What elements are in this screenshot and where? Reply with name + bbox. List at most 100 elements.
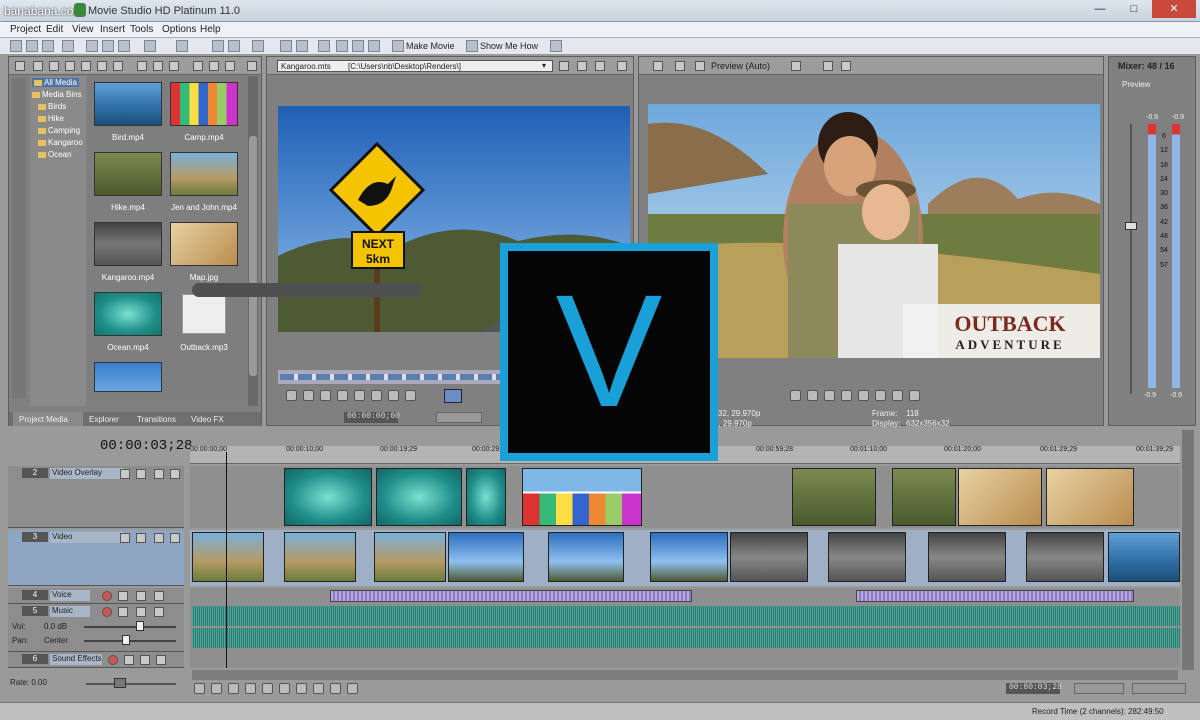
help-pointer-icon[interactable]: [550, 40, 562, 52]
loop-icon[interactable]: [807, 390, 818, 401]
show-me-how-icon[interactable]: [466, 40, 478, 52]
play-preview-icon[interactable]: [193, 61, 203, 71]
media-scrollbar[interactable]: [248, 76, 258, 406]
solo-icon[interactable]: [154, 607, 164, 617]
selection-end-field[interactable]: [1132, 683, 1186, 694]
scrollbar-thumb[interactable]: [249, 136, 257, 376]
media-thumbnail-camp[interactable]: [170, 82, 238, 126]
track-motion-icon[interactable]: [120, 469, 130, 479]
track-header-video[interactable]: 3 Video: [8, 530, 184, 586]
auto-preview-icon[interactable]: [225, 61, 235, 71]
track-fx-icon[interactable]: [124, 655, 134, 665]
play-from-start-icon[interactable]: [824, 390, 835, 401]
close-button[interactable]: ✕: [1152, 0, 1196, 18]
cleanup-icon[interactable]: [153, 61, 163, 71]
voice-clip[interactable]: [330, 590, 692, 602]
auto-ripple-icon[interactable]: [228, 40, 240, 52]
timeline-clip-camp[interactable]: [522, 468, 642, 526]
add-to-timeline-icon[interactable]: [559, 61, 569, 71]
voice-clip[interactable]: [856, 590, 1134, 602]
preview-quality-select[interactable]: Preview (Auto): [711, 61, 770, 71]
timeline-clip-jen-and-john[interactable]: [374, 532, 446, 582]
pause-icon[interactable]: [858, 390, 869, 401]
previous-frame-icon[interactable]: [892, 390, 903, 401]
rate-slider-knob[interactable]: [114, 678, 126, 688]
drag-handle[interactable]: [192, 283, 422, 297]
media-thumbnail-jen-and-john[interactable]: [170, 152, 238, 196]
get-media-icon[interactable]: [65, 61, 75, 71]
timeline-clip-hike[interactable]: [892, 468, 956, 526]
make-movie-button[interactable]: Make Movie: [406, 41, 455, 51]
tab-video-fx[interactable]: Video FX: [191, 415, 224, 424]
views-icon[interactable]: [247, 61, 257, 71]
cut-icon[interactable]: [86, 40, 98, 52]
timeline-clip-hike[interactable]: [792, 468, 876, 526]
overlays-icon[interactable]: [791, 61, 801, 71]
mute-icon[interactable]: [136, 591, 146, 601]
zoom-tool-icon[interactable]: [336, 40, 348, 52]
track-name[interactable]: Music: [50, 606, 90, 617]
search-icon[interactable]: [97, 61, 107, 71]
open-icon[interactable]: [26, 40, 38, 52]
track-lane-sound-effects[interactable]: [190, 652, 1180, 668]
mute-icon[interactable]: [154, 469, 164, 479]
timeline-clip-kangaroo[interactable]: [928, 532, 1006, 582]
envelope-tool-icon[interactable]: [296, 40, 308, 52]
close-icon[interactable]: [595, 61, 605, 71]
mute-icon[interactable]: [154, 533, 164, 543]
media-thumbnail-map[interactable]: [170, 222, 238, 266]
copy-snapshot-icon[interactable]: [823, 61, 833, 71]
playhead[interactable]: [226, 452, 227, 668]
properties-icon[interactable]: [62, 40, 74, 52]
tree-item-all-media[interactable]: All Media: [32, 78, 79, 87]
tree-item-media-bins[interactable]: Media Bins: [32, 90, 82, 99]
tree-item-kangaroo[interactable]: Kangaroo: [38, 138, 83, 147]
play-from-start-icon[interactable]: [303, 390, 314, 401]
play-icon[interactable]: [841, 390, 852, 401]
mute-icon[interactable]: [136, 607, 146, 617]
tree-item-camping[interactable]: Camping: [38, 126, 80, 135]
lock-envelopes-icon[interactable]: [252, 40, 264, 52]
copy-icon[interactable]: [102, 40, 114, 52]
track-name[interactable]: Sound Effects: [50, 654, 102, 665]
save-icon[interactable]: [42, 40, 54, 52]
timeline-clip-map[interactable]: [958, 468, 1042, 526]
arm-record-icon[interactable]: [108, 655, 118, 665]
media-thumbnail-kangaroo[interactable]: [94, 222, 162, 266]
stop-icon[interactable]: [875, 390, 886, 401]
play-from-start-icon[interactable]: [228, 683, 239, 694]
tree-item-ocean[interactable]: Ocean: [38, 150, 72, 159]
menu-tools[interactable]: Tools: [130, 24, 153, 35]
solo-icon[interactable]: [170, 469, 180, 479]
tree-item-hike[interactable]: Hike: [38, 114, 64, 123]
track-header-music[interactable]: 5 Music Vol: 0.0 dB Pan: Center: [8, 604, 184, 652]
track-fx-icon[interactable]: [136, 469, 146, 479]
timeline-horizontal-scrollbar[interactable]: [192, 670, 1178, 680]
previous-frame-icon[interactable]: [330, 683, 341, 694]
panel-gripper[interactable]: [12, 78, 26, 398]
timeline-clip-bird[interactable]: [1108, 532, 1180, 582]
timeline-clip-kangaroo-sign[interactable]: [650, 532, 728, 582]
timeline-clip-jen-and-john[interactable]: [284, 532, 356, 582]
media-thumbnail-bird[interactable]: [94, 82, 162, 126]
media-thumbnail-ocean[interactable]: [94, 292, 162, 336]
timeline-clip-kangaroo[interactable]: [828, 532, 906, 582]
next-frame-icon[interactable]: [388, 390, 399, 401]
rate-slider[interactable]: [86, 683, 176, 685]
trim-icon[interactable]: [577, 61, 587, 71]
minimize-button[interactable]: —: [1084, 0, 1116, 18]
tab-explorer[interactable]: Explorer: [89, 415, 119, 424]
play-icon[interactable]: [320, 390, 331, 401]
make-movie-icon[interactable]: [392, 40, 404, 52]
music-waveform-left[interactable]: [192, 606, 1180, 626]
music-waveform-right[interactable]: [192, 628, 1180, 648]
selection-length-field[interactable]: [1074, 683, 1124, 694]
volume-slider[interactable]: [84, 626, 176, 628]
track-motion-icon[interactable]: [120, 533, 130, 543]
trimmer-file-select[interactable]: Kangaroo.mts [C:\Users\nb\Desktop\Render…: [277, 60, 553, 72]
import-media-icon[interactable]: [33, 61, 43, 71]
capture-video-icon[interactable]: [49, 61, 59, 71]
snapping-icon[interactable]: [212, 40, 224, 52]
properties-icon[interactable]: [169, 61, 179, 71]
previous-frame-icon[interactable]: [371, 390, 382, 401]
